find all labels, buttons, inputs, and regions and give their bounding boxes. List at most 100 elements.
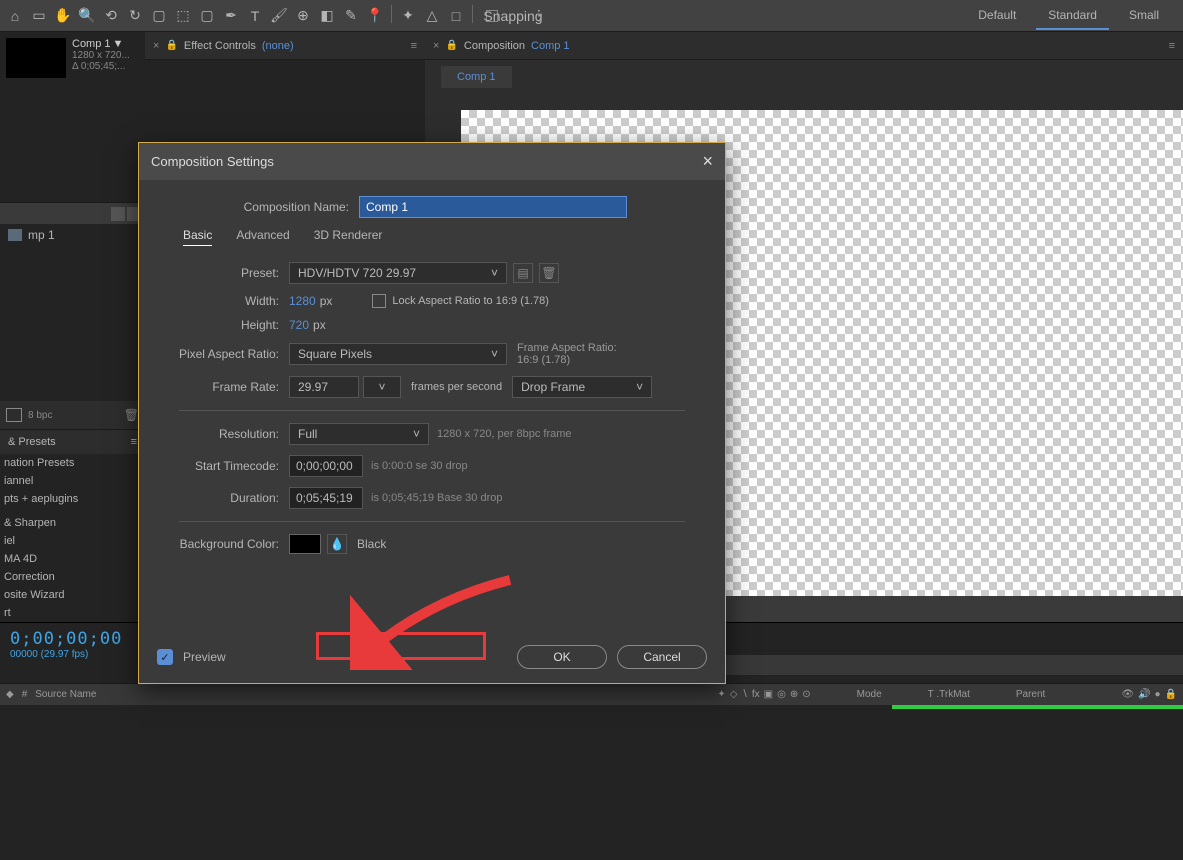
delete-preset-icon[interactable]: 🗑 — [539, 263, 559, 283]
source-name-col[interactable]: Source Name — [35, 689, 96, 700]
lock-icon[interactable]: 🔒 — [1165, 689, 1177, 700]
bg-color-swatch[interactable] — [289, 534, 321, 554]
lock-icon[interactable]: 🔒 — [445, 40, 457, 51]
switches-icon[interactable]: ∖ — [742, 689, 748, 700]
duration-input[interactable]: 0;05;45;19 — [289, 487, 363, 509]
preview-checkbox[interactable]: ✓ — [157, 649, 173, 665]
world-axis-icon[interactable]: △ — [421, 5, 443, 27]
comp-name-input[interactable] — [359, 196, 627, 218]
orbit-tool-icon[interactable]: ⟲ — [100, 5, 122, 27]
timeline-tracks[interactable] — [0, 705, 1183, 825]
lock-aspect-checkbox[interactable] — [372, 294, 386, 308]
parent-col[interactable]: Parent — [1016, 689, 1045, 700]
cancel-button[interactable]: Cancel — [617, 645, 707, 669]
work-area-bar[interactable] — [892, 705, 1183, 709]
roto-tool-icon[interactable]: ✎ — [340, 5, 362, 27]
type-tool-icon[interactable]: T — [244, 5, 266, 27]
preset-dropdown[interactable]: HDV/HDTV 720 29.97 ˅ — [289, 262, 507, 284]
ok-button[interactable]: OK — [517, 645, 607, 669]
solo-icon[interactable]: ● — [1155, 689, 1161, 700]
interpret-icon[interactable] — [6, 408, 22, 422]
switches-icon[interactable]: ▣ — [764, 689, 773, 700]
preset-value: HDV/HDTV 720 29.97 — [298, 266, 416, 280]
switches-icon[interactable]: ✦ — [717, 689, 725, 700]
resolution-label: Resolution: — [159, 427, 289, 441]
comp-viewer-tab[interactable]: Comp 1 — [441, 66, 512, 88]
panel-menu-icon[interactable]: ≡ — [1169, 40, 1175, 52]
eye-icon[interactable]: 👁 — [1121, 689, 1134, 700]
project-footer: 8 bpc 🗑 — [0, 401, 145, 429]
lock-icon[interactable]: 🔒 — [165, 40, 177, 51]
switches-icon[interactable]: ◇ — [730, 689, 738, 700]
zoom-tool-icon[interactable]: 🔍 — [76, 5, 98, 27]
tab-advanced[interactable]: Advanced — [236, 228, 289, 246]
switches-icon[interactable]: ⊙ — [802, 689, 810, 700]
save-preset-icon[interactable]: ▤ — [513, 263, 533, 283]
trash-icon[interactable]: 🗑 — [124, 408, 139, 422]
selection-tool-icon[interactable]: ▭ — [28, 5, 50, 27]
fps-value-field[interactable]: 29.97 — [289, 376, 359, 398]
close-panel-icon[interactable]: × — [433, 40, 439, 52]
dropdown-icon[interactable]: ▼ — [113, 38, 124, 50]
composition-active-name: Comp 1 — [531, 40, 570, 52]
effects-presets-header: & Presets ≡ — [0, 429, 145, 454]
tab-3d-renderer[interactable]: 3D Renderer — [314, 228, 383, 246]
resolution-note: 1280 x 720, per 8bpc frame — [437, 428, 572, 440]
preset-folder[interactable]: Correction — [0, 568, 145, 586]
snapping-flyout-icon[interactable]: ⋮ — [528, 5, 550, 27]
switches-icon[interactable]: ◎ — [777, 689, 786, 700]
fx-col-icon[interactable]: fx — [752, 689, 760, 700]
dialog-titlebar[interactable]: Composition Settings × — [139, 143, 725, 180]
comp-duration-label: Δ 0;05;45;... — [72, 61, 130, 72]
panel-menu-icon[interactable]: ≡ — [411, 40, 417, 52]
preset-folder[interactable]: MA 4D — [0, 550, 145, 568]
snapping-toggle[interactable]: Snapping ⋮ — [478, 5, 558, 27]
camera-tool-icon[interactable]: ▢ — [148, 5, 170, 27]
comp-thumbnail[interactable] — [6, 38, 66, 78]
pan-behind-icon[interactable]: ⬚ — [172, 5, 194, 27]
stamp-tool-icon[interactable]: ⊕ — [292, 5, 314, 27]
preset-folder[interactable]: osite Wizard — [0, 586, 145, 604]
par-dropdown[interactable]: Square Pixels ˅ — [289, 343, 507, 365]
view-axis-icon[interactable]: □ — [445, 5, 467, 27]
project-item-row[interactable]: mp 1 — [0, 224, 145, 246]
preset-folder[interactable]: & Sharpen — [0, 514, 145, 532]
workspace-default[interactable]: Default — [966, 2, 1028, 30]
preset-folder[interactable]: pts + aeplugins — [0, 490, 145, 508]
workspace-standard[interactable]: Standard — [1036, 2, 1109, 30]
pen-tool-icon[interactable]: ✒ — [220, 5, 242, 27]
workspace-small[interactable]: Small — [1117, 2, 1171, 30]
brush-tool-icon[interactable]: 🖌 — [268, 5, 290, 27]
start-timecode-input[interactable]: 0;00;00;00 — [289, 455, 363, 477]
height-value[interactable]: 720 — [289, 318, 309, 332]
preset-folder[interactable]: iannel — [0, 472, 145, 490]
switches-icon[interactable]: ⊕ — [790, 689, 798, 700]
local-axis-icon[interactable]: ✦ — [397, 5, 419, 27]
drop-frame-dropdown[interactable]: Drop Frame ˅ — [512, 376, 652, 398]
av-col-icon[interactable]: ◆ — [6, 689, 14, 700]
home-icon[interactable]: ⌂ — [4, 5, 26, 27]
label-col-icon[interactable] — [111, 207, 125, 221]
panel-menu-icon[interactable]: ≡ — [131, 436, 137, 448]
puppet-tool-icon[interactable]: 📍 — [364, 5, 386, 27]
preset-folder[interactable]: iel — [0, 532, 145, 550]
mode-col[interactable]: Mode — [857, 689, 882, 700]
trkmat-col[interactable]: T .TrkMat — [928, 689, 970, 700]
preset-folder[interactable]: nation Presets — [0, 454, 145, 472]
width-value[interactable]: 1280 — [289, 294, 316, 308]
hand-tool-icon[interactable]: ✋ — [52, 5, 74, 27]
fps-dropdown-icon[interactable]: ˅ — [363, 376, 401, 398]
tab-basic[interactable]: Basic — [183, 228, 212, 246]
speaker-icon[interactable]: 🔊 — [1138, 689, 1150, 700]
eraser-tool-icon[interactable]: ◧ — [316, 5, 338, 27]
preset-folder[interactable]: rt — [0, 604, 145, 622]
close-panel-icon[interactable]: × — [153, 40, 159, 52]
mask-tool-icon[interactable]: ▢ — [196, 5, 218, 27]
num-col-icon: # — [22, 689, 28, 700]
project-list-header — [0, 202, 145, 224]
resolution-dropdown[interactable]: Full ˅ — [289, 423, 429, 445]
bpc-label[interactable]: 8 bpc — [28, 410, 52, 421]
eyedropper-icon[interactable]: 💧 — [327, 534, 347, 554]
rotate-tool-icon[interactable]: ↻ — [124, 5, 146, 27]
close-dialog-icon[interactable]: × — [702, 151, 713, 172]
